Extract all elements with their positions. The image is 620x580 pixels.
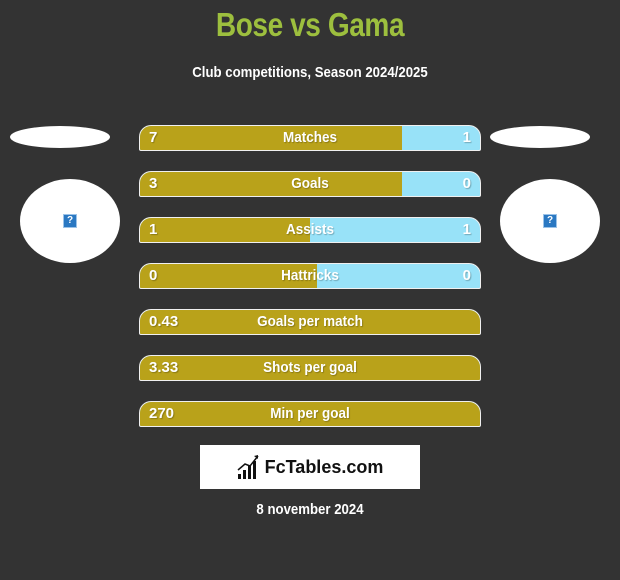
brand-name: FcTables.com [264, 456, 384, 477]
stat-label: Shots per goal [263, 359, 357, 376]
left-value: 1 [149, 221, 158, 238]
fctables-logo[interactable]: FcTables.com [200, 445, 420, 489]
stat-label: Matches [282, 129, 338, 146]
left-team-name-placeholder [10, 126, 110, 148]
left-value: 0 [149, 267, 158, 284]
stat-row-goals: Goals 3 0 [139, 171, 481, 197]
missing-image-icon: ? [63, 214, 77, 228]
stat-row-hattricks: Hattricks 0 0 [139, 263, 481, 289]
stat-label: Assists [285, 221, 335, 238]
stat-label: Goals per match [257, 313, 363, 330]
right-value: 1 [462, 221, 471, 238]
left-value: 3 [149, 175, 158, 192]
stat-label: Goals [291, 175, 329, 192]
right-team-name-placeholder [490, 126, 590, 148]
stat-row-shots-per-goal: Shots per goal 3.33 [139, 355, 481, 381]
left-value: 7 [149, 129, 158, 146]
stat-row-goals-per-match: Goals per match 0.43 [139, 309, 481, 335]
right-team-logo[interactable]: ? [500, 179, 600, 263]
match-date: 8 november 2024 [256, 501, 364, 518]
competition-subtitle: Club competitions, Season 2024/2025 [192, 64, 428, 81]
right-value: 1 [462, 129, 471, 146]
left-value: 270 [149, 405, 175, 422]
stat-label: Min per goal [270, 405, 350, 422]
missing-image-icon: ? [543, 214, 557, 228]
stat-row-matches: Matches 7 1 [139, 125, 481, 151]
left-team-logo[interactable]: ? [20, 179, 120, 263]
bar-chart-icon [237, 455, 259, 479]
stat-row-min-per-goal: Min per goal 270 [139, 401, 481, 427]
right-value: 0 [462, 267, 471, 284]
left-value: 3.33 [149, 359, 179, 376]
stat-label: Hattricks [281, 267, 339, 284]
stat-row-assists: Assists 1 1 [139, 217, 481, 243]
right-value: 0 [462, 175, 471, 192]
page-title: Bose vs Gama [215, 6, 405, 43]
left-value: 0.43 [149, 313, 179, 330]
